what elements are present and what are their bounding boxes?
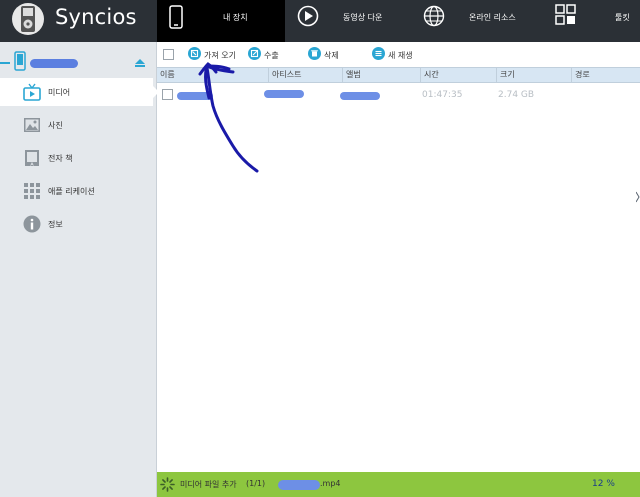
grid-icon <box>555 4 576 25</box>
sidebar: 미디어 사진 전자 책 애플 리케이션 정보 <box>0 42 159 497</box>
column-header-artist[interactable]: 아티스트 <box>269 68 343 82</box>
album-cell-redacted <box>340 92 380 100</box>
brand: Syncios <box>0 0 157 42</box>
sidebar-item-info[interactable]: 정보 <box>0 210 157 238</box>
sidebar-item-label: 미디어 <box>48 88 71 97</box>
syncios-window: Syncios 내 장치 동영상 다운 온라인 리소스 툴킷 미디어 사진 전자… <box>0 0 640 497</box>
book-icon <box>25 150 39 166</box>
sidebar-item-ebooks[interactable]: 전자 책 <box>0 144 157 172</box>
top-bar: Syncios 내 장치 동영상 다운 온라인 리소스 툴킷 <box>0 0 640 42</box>
export-label: 수출 <box>264 51 279 60</box>
annotation-arrow-icon <box>198 62 259 173</box>
select-all-checkbox[interactable] <box>163 49 174 60</box>
artist-cell-redacted <box>264 90 304 98</box>
status-file-suffix: .mp4 <box>320 479 341 488</box>
column-header-path[interactable]: 경로 <box>572 68 640 82</box>
device-indicator <box>0 62 10 64</box>
tv-icon <box>23 83 41 101</box>
column-header-time[interactable]: 시간 <box>421 68 497 82</box>
playlist-icon <box>372 47 385 60</box>
tab-toolkit[interactable]: 툴킷 <box>541 0 640 42</box>
status-bar: 미디어 파일 추가 (1/1) .mp4 12 % <box>157 472 640 497</box>
sidebar-item-photos[interactable]: 사진 <box>0 111 157 139</box>
device-row[interactable] <box>0 46 157 76</box>
photo-icon <box>24 118 40 132</box>
delete-button[interactable]: 삭제 <box>308 47 348 62</box>
time-cell: 01:47:35 <box>422 90 463 100</box>
status-label: 미디어 파일 추가 <box>180 480 237 489</box>
sidebar-item-media[interactable]: 미디어 <box>0 78 159 106</box>
globe-icon <box>423 5 445 27</box>
apps-grid-icon <box>24 183 40 199</box>
sidebar-item-label: 사진 <box>48 121 63 130</box>
tab-my-device[interactable]: 내 장치 <box>157 0 285 42</box>
phone-device-icon <box>14 51 26 71</box>
delete-label: 삭제 <box>324 51 339 60</box>
eject-icon[interactable] <box>135 59 145 67</box>
status-filename-redacted <box>278 480 320 490</box>
progress-percent: 12 % <box>592 479 615 489</box>
ipod-logo-icon <box>12 3 44 35</box>
sidebar-item-label: 전자 책 <box>48 154 73 163</box>
app-title: Syncios <box>55 5 137 29</box>
size-cell: 2.74 GB <box>498 90 535 100</box>
new-playlist-button[interactable]: 새 재생 <box>372 47 422 62</box>
status-count: (1/1) <box>246 479 266 488</box>
tab-online-resources[interactable]: 온라인 리소스 <box>413 0 541 42</box>
device-name-redacted <box>30 59 78 68</box>
scroll-edge-chevron-icon[interactable] <box>636 190 640 204</box>
tab-label: 온라인 리소스 <box>469 13 516 22</box>
tab-label: 툴킷 <box>615 13 630 22</box>
column-header-album[interactable]: 앨범 <box>343 68 421 82</box>
sidebar-item-label: 정보 <box>48 220 63 229</box>
tab-label: 동영상 다운 <box>343 13 383 22</box>
sidebar-item-apps[interactable]: 애플 리케이션 <box>0 177 157 205</box>
column-header-size[interactable]: 크기 <box>497 68 572 82</box>
info-icon <box>23 215 41 233</box>
loading-spinner-icon <box>160 477 175 492</box>
play-icon <box>297 5 319 27</box>
row-checkbox[interactable] <box>162 89 173 100</box>
tab-label: 내 장치 <box>223 13 248 22</box>
trash-icon <box>308 47 321 60</box>
new-playlist-label: 새 재생 <box>388 51 413 60</box>
tab-video-download[interactable]: 동영상 다운 <box>285 0 413 42</box>
sidebar-item-label: 애플 리케이션 <box>48 187 95 196</box>
phone-icon <box>169 5 183 29</box>
